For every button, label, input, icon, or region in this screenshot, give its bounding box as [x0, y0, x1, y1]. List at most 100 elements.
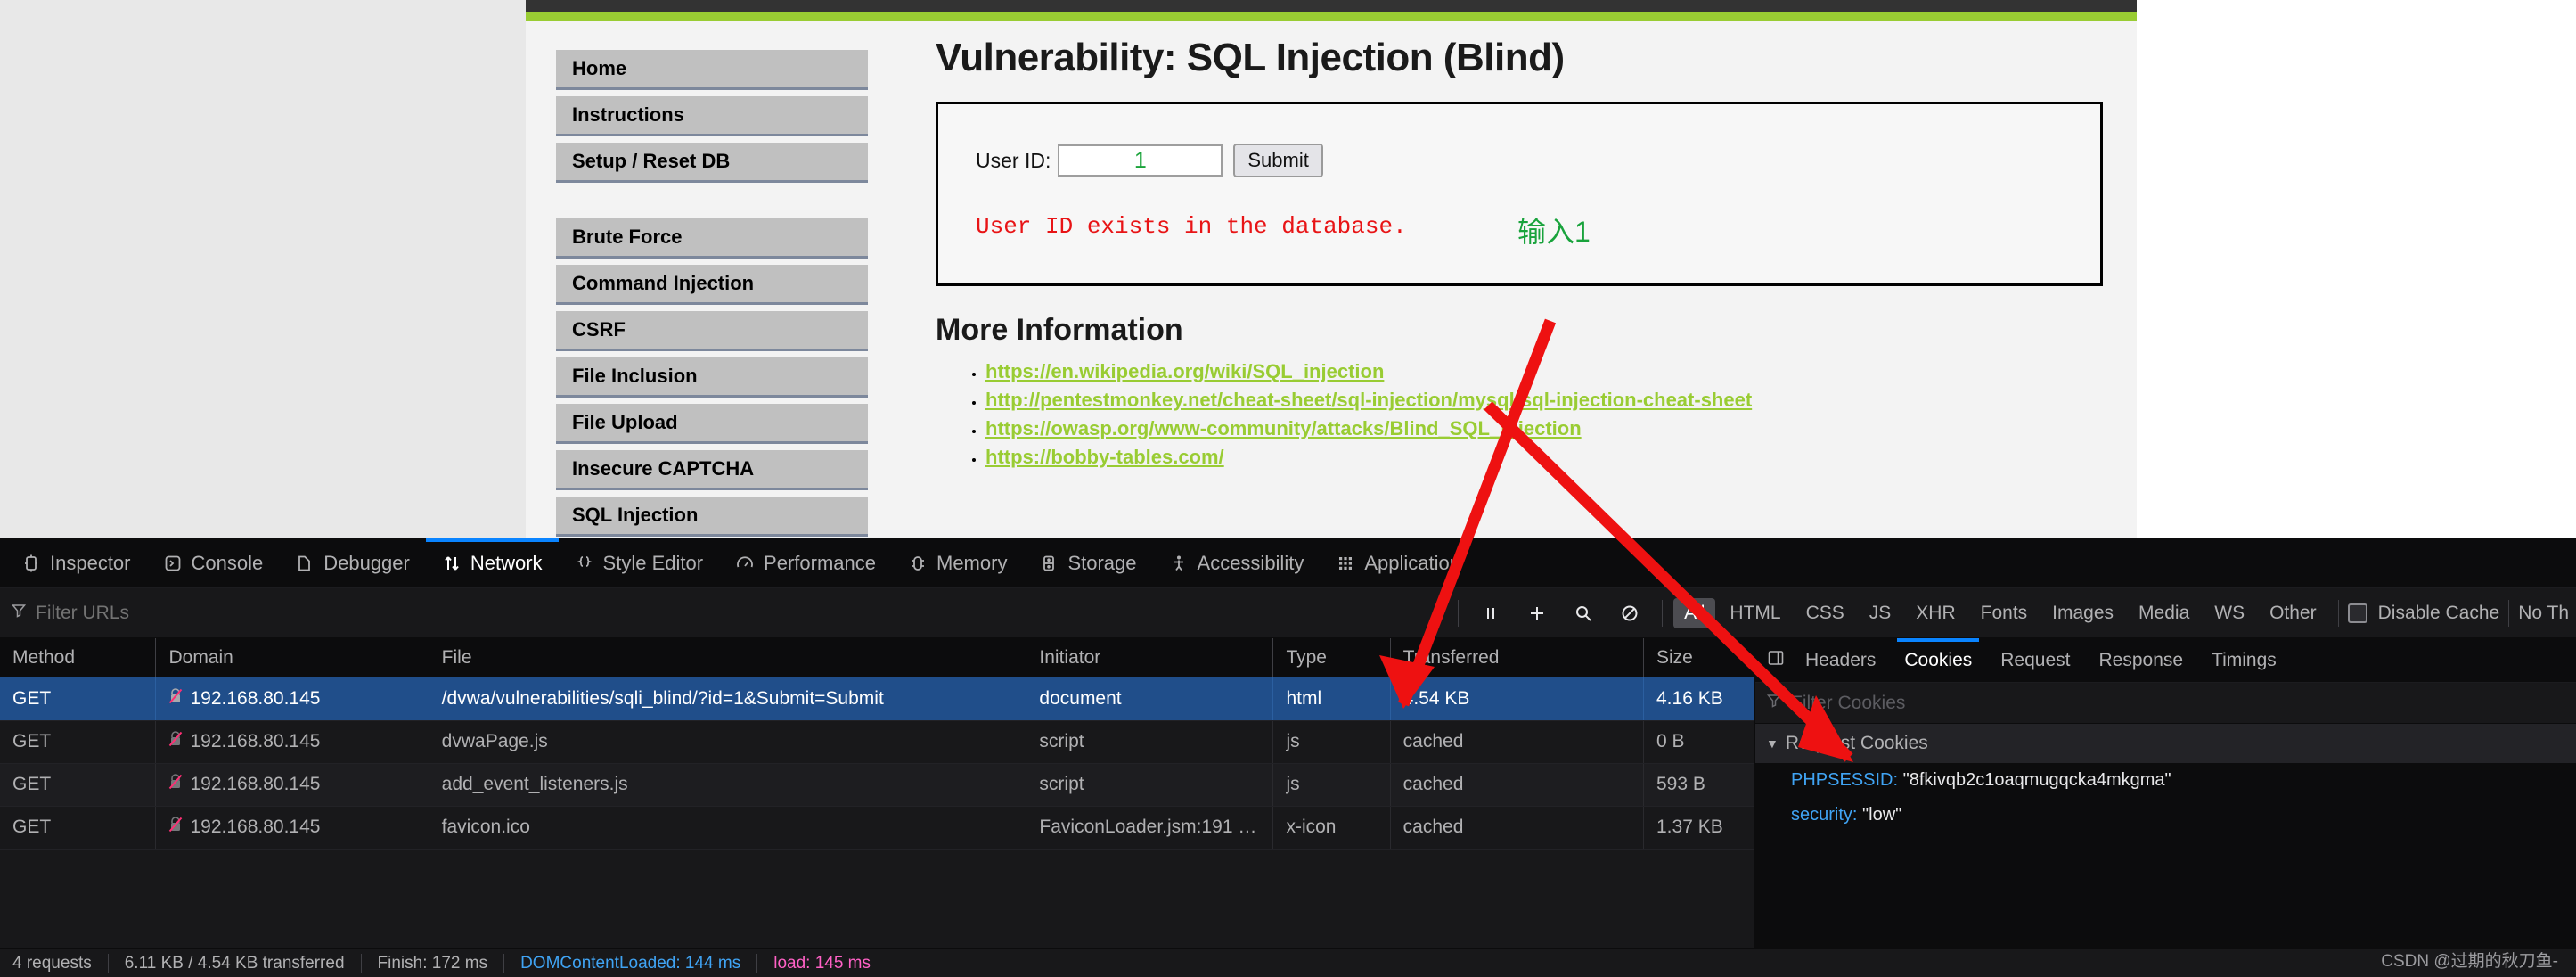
column-header-domain[interactable]: Domain	[155, 638, 429, 677]
sidebar-item-sql-injection[interactable]: SQL Injection	[556, 497, 868, 537]
column-header-initiator[interactable]: Initiator	[1026, 638, 1274, 677]
network-options-bar: Filter URLs All HTML CSS JS XHR Fonts Im…	[0, 588, 2576, 638]
details-tab-request[interactable]: Request	[1986, 638, 2084, 683]
type-filter-html[interactable]: HTML	[1719, 598, 1791, 628]
details-tab-cookies[interactable]: Cookies	[1890, 637, 1986, 683]
details-tab-headers[interactable]: Headers	[1791, 638, 1890, 683]
column-header-method[interactable]: Method	[0, 638, 157, 677]
column-header-type[interactable]: Type	[1272, 638, 1391, 677]
column-header-size[interactable]: Size	[1643, 638, 1754, 677]
tab-storage[interactable]: Storage	[1023, 538, 1152, 588]
search-icon[interactable]	[1560, 588, 1607, 638]
type-filter-all[interactable]: All	[1673, 598, 1716, 628]
watermark: CSDN @过期的秋刀鱼-	[2381, 952, 2558, 971]
tab-memory[interactable]: Memory	[892, 538, 1023, 588]
network-requests-pane: Method Domain File Initiator Type Transf…	[0, 638, 1755, 949]
toolbar-divider	[2508, 600, 2510, 627]
cookie-entry-phpsessid[interactable]: PHPSESSID: "8fkivqb2c1oaqmugqcka4mkgma"	[1755, 763, 2576, 798]
sidebar-item-instructions[interactable]: Instructions	[556, 96, 868, 136]
column-header-transferred[interactable]: Transferred	[1390, 638, 1645, 677]
sidebar-item-file-upload[interactable]: File Upload	[556, 404, 868, 444]
details-pane-filler	[1755, 850, 2576, 948]
cell-domain: 192.168.80.145	[155, 720, 429, 764]
new-request-button[interactable]	[1514, 588, 1560, 638]
type-filter-css[interactable]: CSS	[1795, 598, 1855, 628]
list-item: https://en.wikipedia.org/wiki/SQL_inject…	[985, 360, 2121, 383]
sidebar-item-setup-reset-db[interactable]: Setup / Reset DB	[556, 143, 868, 183]
type-filter-xhr[interactable]: XHR	[1905, 598, 1966, 628]
cell-domain: 192.168.80.145	[155, 806, 429, 850]
type-filter-js[interactable]: JS	[1859, 598, 1902, 628]
tab-style-editor[interactable]: Style Editor	[559, 538, 720, 588]
cell-method: GET	[0, 677, 157, 721]
tab-console[interactable]: Console	[147, 538, 280, 588]
table-body: GET 192.168.80.145 /dvwa/vulnerabilities…	[0, 677, 1754, 850]
cell-file: /dvwa/vulnerabilities/sqli_blind/?id=1&S…	[429, 677, 1027, 721]
user-id-input[interactable]	[1058, 144, 1223, 177]
details-tab-timings[interactable]: Timings	[2197, 638, 2291, 683]
style-editor-icon	[575, 554, 594, 573]
type-filter-images[interactable]: Images	[2041, 598, 2124, 628]
tab-performance[interactable]: Performance	[719, 538, 892, 588]
toolbar-divider	[1662, 600, 1664, 627]
sidebar-item-command-injection[interactable]: Command Injection	[556, 265, 868, 305]
cell-domain-text: 192.168.80.145	[190, 731, 321, 751]
sidebar-item-csrf[interactable]: CSRF	[556, 311, 868, 351]
table-header: Method Domain File Initiator Type Transf…	[0, 638, 1754, 677]
table-row[interactable]: GET 192.168.80.145	[0, 763, 1754, 807]
submit-button[interactable]: Submit	[1233, 144, 1323, 177]
type-filter-other[interactable]: Other	[2259, 598, 2327, 628]
tab-debugger[interactable]: Debugger	[279, 538, 426, 588]
page-right-gutter	[2137, 0, 2576, 538]
details-tab-response[interactable]: Response	[2084, 638, 2197, 683]
cell-transferred: cached	[1390, 806, 1645, 850]
cell-transferred: 4.54 KB	[1390, 677, 1645, 721]
sidebar-item-home[interactable]: Home	[556, 50, 868, 90]
cell-domain-text: 192.168.80.145	[190, 687, 321, 709]
cell-domain-text: 192.168.80.145	[190, 817, 321, 837]
devtools-tab-bar: Inspector Console Debugger Network Style…	[0, 538, 2576, 588]
cell-transferred: cached	[1390, 763, 1645, 807]
list-item: https://bobby-tables.com/	[985, 446, 2121, 469]
type-filter-ws[interactable]: WS	[2204, 598, 2255, 628]
cell-transferred: cached	[1390, 720, 1645, 764]
sidebar-item-insecure-captcha[interactable]: Insecure CAPTCHA	[556, 450, 868, 490]
cookie-entry-security[interactable]: security: "low"	[1755, 798, 2576, 833]
tab-application[interactable]: Application	[1320, 538, 1476, 588]
sidebar-item-brute-force[interactable]: Brute Force	[556, 218, 868, 259]
throttling-selector[interactable]: No Th	[2518, 603, 2576, 624]
network-status-bar: 4 requests 6.11 KB / 4.54 KB transferred…	[0, 948, 2576, 977]
disable-cache-checkbox[interactable]: Disable Cache	[2347, 603, 2499, 624]
filter-urls-input[interactable]: Filter URLs	[11, 603, 129, 624]
cell-method: GET	[0, 763, 157, 807]
type-filter-media[interactable]: Media	[2128, 598, 2200, 628]
filter-urls-placeholder: Filter URLs	[36, 602, 130, 623]
request-cookies-section-header[interactable]: ▼ Request Cookies	[1755, 724, 2576, 763]
reference-link-pentestmonkey[interactable]: http://pentestmonkey.net/cheat-sheet/sql…	[985, 389, 1752, 411]
insecure-http-icon	[168, 687, 183, 710]
status-request-count: 4 requests	[0, 953, 109, 973]
tab-network[interactable]: Network	[425, 538, 559, 588]
tab-inspector[interactable]: Inspector	[5, 538, 147, 588]
more-information-links: https://en.wikipedia.org/wiki/SQL_inject…	[985, 360, 2121, 469]
status-dom-content-loaded: DOMContentLoaded: 144 ms	[504, 953, 758, 973]
split-pane-icon[interactable]	[1762, 648, 1791, 672]
query-result-message: User ID exists in the database.	[976, 213, 1407, 240]
insecure-http-icon	[168, 774, 183, 795]
column-header-file[interactable]: File	[429, 638, 1027, 677]
cell-type: html	[1272, 677, 1391, 721]
cell-initiator-link[interactable]: FaviconLoader.jsm:191 …	[1026, 806, 1274, 850]
filter-cookies-input[interactable]: Filter Cookies	[1755, 683, 2576, 724]
sidebar-item-file-inclusion[interactable]: File Inclusion	[556, 357, 868, 398]
reference-link-owasp[interactable]: https://owasp.org/www-community/attacks/…	[985, 417, 1582, 439]
table-row[interactable]: GET 192.168.80.145	[0, 677, 1754, 721]
reference-link-bobby-tables[interactable]: https://bobby-tables.com/	[985, 446, 1224, 468]
clear-requests-button[interactable]	[1607, 588, 1653, 638]
type-filter-fonts[interactable]: Fonts	[1970, 598, 2039, 628]
reference-link-wikipedia[interactable]: https://en.wikipedia.org/wiki/SQL_inject…	[985, 360, 1384, 382]
tab-accessibility[interactable]: Accessibility	[1153, 538, 1321, 588]
pause-button[interactable]	[1468, 588, 1514, 638]
table-row[interactable]: GET 192.168.80.145	[0, 720, 1754, 764]
table-row[interactable]: GET 192.168.80.145	[0, 806, 1754, 850]
cookie-name: security:	[1791, 805, 1858, 825]
